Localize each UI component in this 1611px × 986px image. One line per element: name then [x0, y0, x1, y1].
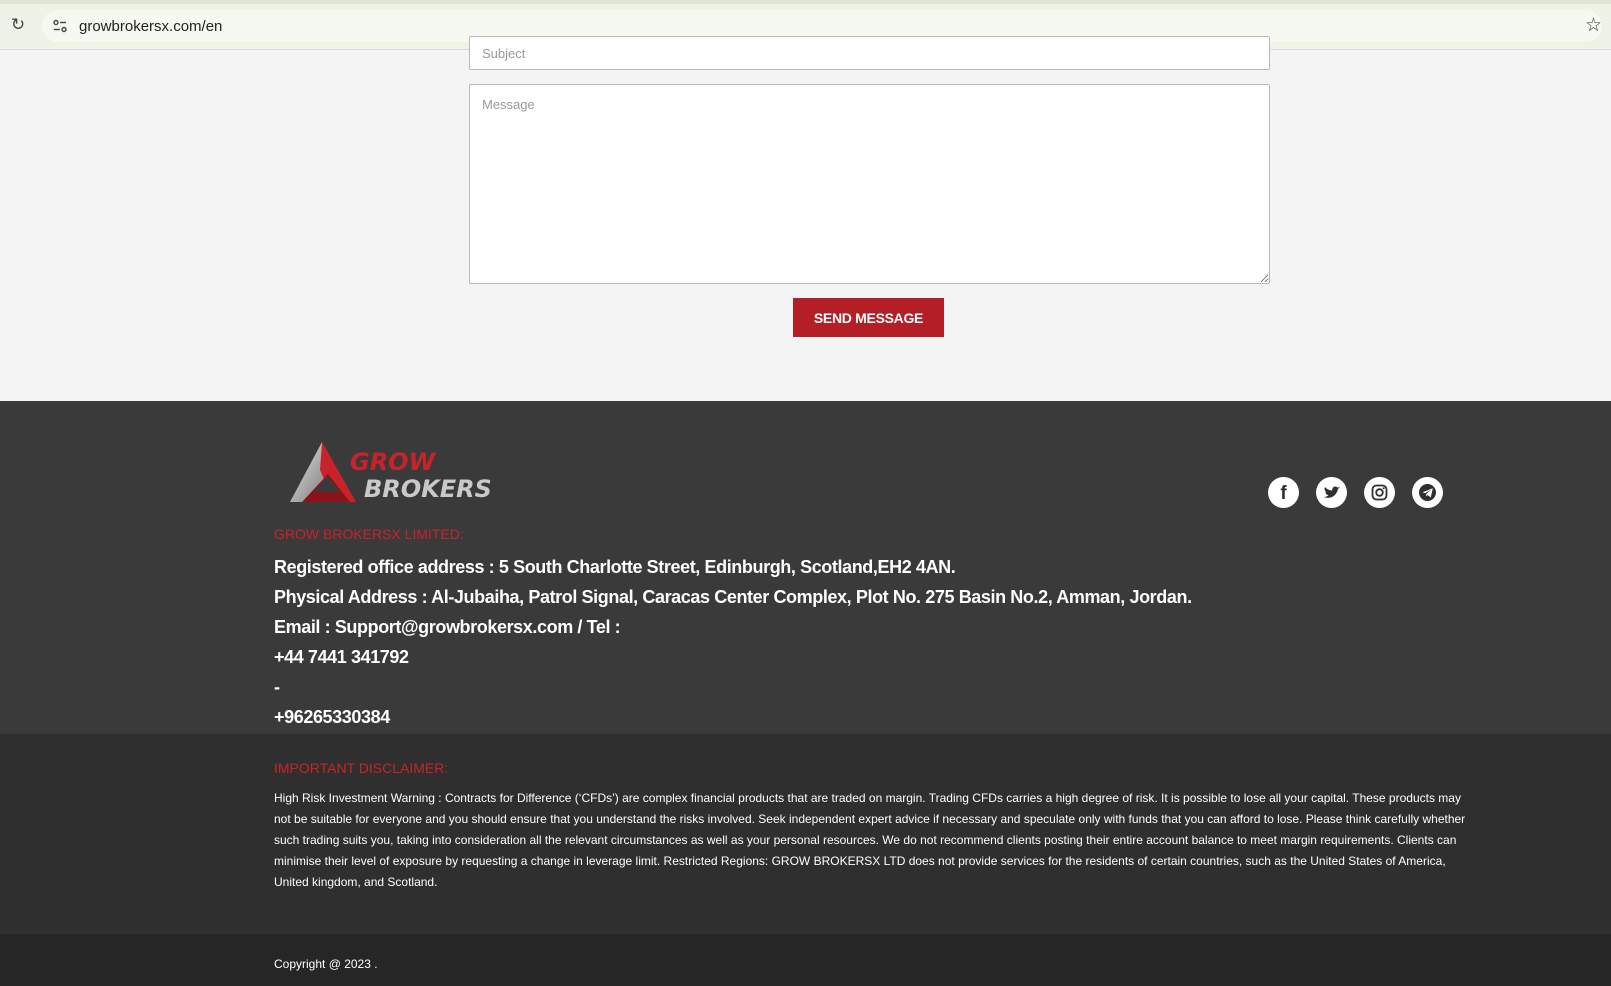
url-text[interactable]: growbrokersx.com/en	[79, 18, 222, 35]
telegram-icon[interactable]	[1412, 477, 1443, 508]
send-message-button[interactable]: SEND MESSAGE	[793, 298, 944, 337]
subject-field[interactable]	[469, 36, 1270, 70]
logo-text-brokers: BROKERS	[364, 475, 490, 503]
phone-secondary[interactable]: +96265330384	[274, 707, 390, 728]
registered-address: Registered office address : 5 South Char…	[274, 557, 956, 577]
twitter-icon[interactable]	[1316, 477, 1347, 508]
tab-strip	[0, 0, 1611, 4]
logo-text-grow: GROW	[350, 448, 437, 476]
company-heading: GROW BROKERSX LIMITED:	[274, 526, 464, 542]
site-info-icon[interactable]	[52, 18, 68, 34]
email-line[interactable]: Email : Support@growbrokersx.com / Tel :	[274, 617, 621, 638]
reload-icon[interactable]: ↻	[8, 15, 28, 35]
disclaimer-text: High Risk Investment Warning : Contracts…	[274, 791, 1466, 889]
instagram-icon[interactable]	[1364, 477, 1395, 508]
copyright-text: Copyright @ 2023 .	[274, 957, 378, 971]
facebook-icon[interactable]: f	[1268, 477, 1299, 508]
phone-separator: -	[274, 677, 280, 697]
bookmark-star-icon[interactable]: ☆	[1585, 14, 1602, 37]
message-field[interactable]	[469, 84, 1270, 284]
phone-primary[interactable]: +44 7441 341792	[274, 647, 409, 668]
svg-text:f: f	[1280, 483, 1287, 504]
disclaimer-heading: IMPORTANT DISCLAIMER:	[274, 760, 449, 776]
grow-brokers-logo[interactable]: GROW BROKERS	[290, 440, 490, 504]
copyright-bar	[0, 934, 1611, 986]
physical-address: Physical Address : Al-Jubaiha, Patrol Si…	[274, 587, 1192, 607]
